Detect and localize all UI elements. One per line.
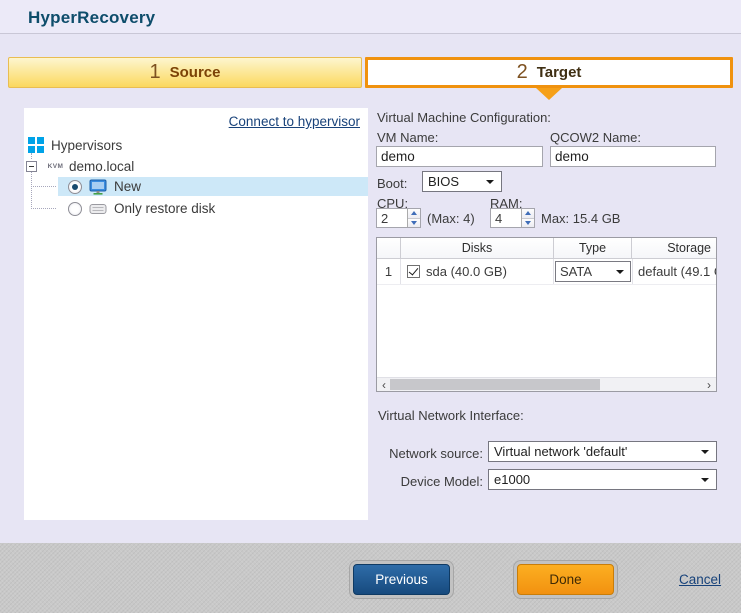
done-button[interactable]: Done [517,564,614,595]
ram-max-note: Max: 15.4 GB [541,211,620,226]
column-header-index [377,238,401,258]
hypervisor-tree-panel: Connect to hypervisor Hypervisors KVM de… [24,108,368,520]
cpu-stepper[interactable]: 2 [376,208,421,228]
cpu-decrement-icon[interactable] [408,219,420,228]
cpu-increment-icon[interactable] [408,209,420,219]
titlebar: HyperRecovery [0,0,741,34]
tree-connector [31,186,56,187]
scroll-left-icon[interactable]: ‹ [377,378,391,391]
tree-item-hypervisors-label: Hypervisors [51,138,122,153]
network-source-label: Network source: [378,446,483,461]
network-section-title: Virtual Network Interface: [378,408,524,423]
tree-item-hypervisors[interactable]: Hypervisors [28,136,122,154]
vm-name-input[interactable] [376,146,543,167]
collapse-toggle-icon[interactable] [26,161,37,172]
qcow2-name-label: QCOW2 Name: [550,130,641,145]
radio-new[interactable] [68,180,82,194]
ram-value[interactable]: 4 [491,209,521,227]
disk-icon [89,202,107,216]
tree-option-new[interactable]: New [58,177,368,196]
boot-select[interactable]: BIOS [422,171,502,192]
connect-to-hypervisor-link[interactable]: Connect to hypervisor [229,114,360,129]
tree-option-only-restore-disk-label: Only restore disk [114,201,215,216]
tab-target[interactable]: 2 Target [365,57,733,88]
disk-storage-value: default (49.1 G [632,259,716,284]
cancel-link[interactable]: Cancel [679,572,721,587]
boot-label: Boot: [377,176,407,191]
disk-checkbox[interactable] [407,265,420,278]
qcow2-name-input[interactable] [550,146,716,167]
device-model-label: Device Model: [378,474,483,489]
disk-name: sda (40.0 GB) [426,264,507,279]
previous-button-ring: Previous [349,560,454,599]
disks-table: Disks Type Storage 1 sda (40.0 GB) SATA … [376,237,717,392]
vm-config-section-title: Virtual Machine Configuration: [377,110,551,125]
tree-connector [31,170,32,209]
network-source-value: Virtual network 'default' [494,444,627,459]
disk-type-value: SATA [560,264,592,279]
column-header-disks: Disks [401,238,554,258]
window-title: HyperRecovery [28,8,155,28]
windows-logo-icon [28,137,44,153]
cpu-value[interactable]: 2 [377,209,407,227]
tab-target-label: Target [537,64,582,81]
tab-source-label: Source [170,64,221,81]
device-model-select[interactable]: e1000 [488,469,717,490]
tree-option-new-label: New [114,179,141,194]
network-source-select[interactable]: Virtual network 'default' [488,441,717,462]
previous-button[interactable]: Previous [353,564,450,595]
device-model-value: e1000 [494,472,530,487]
tab-target-number: 2 [517,61,528,84]
tab-source[interactable]: 1 Source [8,57,362,88]
ram-decrement-icon[interactable] [522,219,534,228]
table-row[interactable]: 1 sda (40.0 GB) SATA default (49.1 G [377,259,716,285]
scrollbar-thumb[interactable] [390,379,600,390]
cpu-max-note: (Max: 4) [427,211,475,226]
ram-stepper[interactable]: 4 [490,208,535,228]
tree-item-host-label: demo.local [69,159,134,174]
tree-item-host[interactable]: KVM demo.local [26,157,134,175]
active-tab-pointer-icon [536,88,562,100]
row-index: 1 [377,259,401,284]
ram-increment-icon[interactable] [522,209,534,219]
done-button-ring: Done [513,560,618,599]
column-header-type: Type [554,238,632,258]
boot-select-value: BIOS [428,174,459,189]
tree-connector [31,208,56,209]
kvm-icon: KVM [46,163,65,170]
scroll-right-icon[interactable]: › [702,378,716,391]
tab-source-number: 1 [150,61,161,84]
radio-only-restore-disk[interactable] [68,202,82,216]
tree-option-only-restore-disk[interactable]: Only restore disk [58,199,368,218]
disk-type-select[interactable]: SATA [555,261,631,282]
column-header-storage: Storage [632,238,716,258]
disks-table-header: Disks Type Storage [377,238,716,259]
horizontal-scrollbar[interactable]: ‹ › [377,377,716,391]
vm-name-label: VM Name: [377,130,438,145]
vm-monitor-icon [89,179,107,195]
